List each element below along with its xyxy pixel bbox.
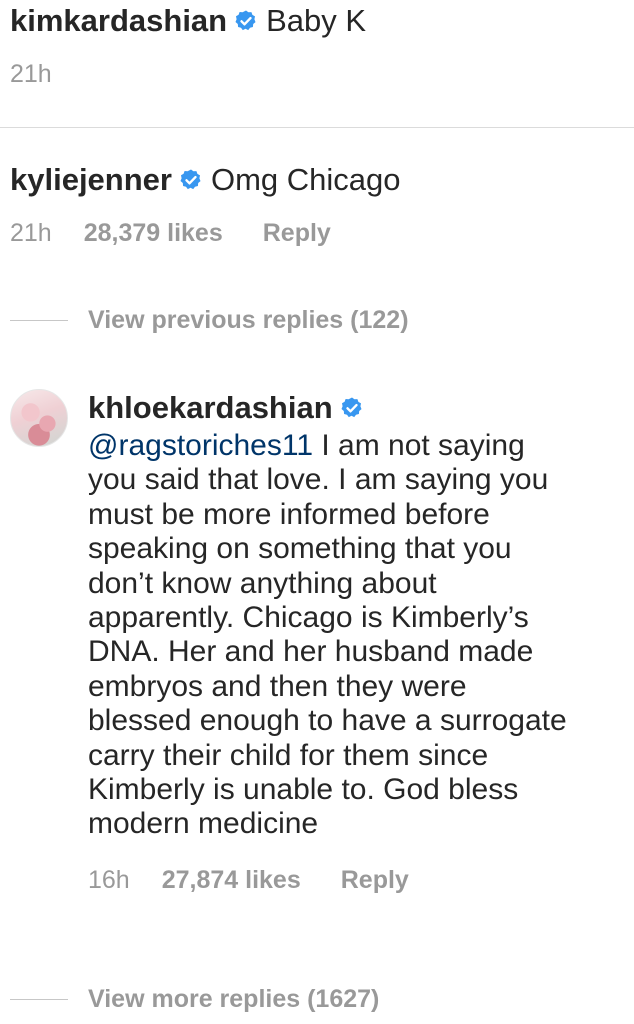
view-previous-replies-label: View previous replies (122) bbox=[88, 306, 409, 334]
comment-likes[interactable]: 28,379 likes bbox=[84, 219, 223, 248]
comment-meta: 21h 28,379 likes Reply bbox=[10, 219, 401, 248]
reply-text-line: don’t know anything about bbox=[88, 566, 437, 600]
replies-dash-line bbox=[10, 320, 68, 321]
view-previous-replies-button[interactable]: View previous replies (122) bbox=[10, 306, 409, 335]
avatar[interactable] bbox=[10, 389, 68, 447]
reply-text-line: must be more informed before bbox=[88, 497, 490, 531]
reply-username[interactable]: khloekardashian bbox=[88, 389, 333, 427]
view-more-replies-label: View more replies (1627) bbox=[88, 985, 380, 1013]
reply-likes[interactable]: 27,874 likes bbox=[162, 866, 301, 895]
reply-khloekardashian: khloekardashian @ragstoriches11 I am not… bbox=[88, 389, 628, 895]
reply-text: @ragstoriches11 I am not saying you said… bbox=[88, 429, 628, 842]
replies-dash-line bbox=[10, 999, 68, 1000]
comment-kyliejenner: kyliejenner Omg Chicago 21h 28,379 likes… bbox=[10, 161, 401, 248]
reply-meta: 16h 27,874 likes Reply bbox=[88, 866, 628, 895]
reply-text-line: embryos and then they were bbox=[88, 669, 467, 703]
verified-badge-icon bbox=[180, 169, 201, 190]
comment-username[interactable]: kyliejenner bbox=[10, 161, 172, 199]
comment-time: 21h bbox=[10, 219, 52, 247]
mention-link[interactable]: @ragstoriches11 bbox=[88, 429, 313, 462]
reply-text-line: speaking on something that you bbox=[88, 532, 512, 566]
reply-text-line: apparently. Chicago is Kimberly’s bbox=[88, 601, 529, 635]
comment-meta: 21h bbox=[10, 60, 366, 89]
comment-line: kyliejenner Omg Chicago bbox=[10, 161, 401, 199]
reply-header: khloekardashian bbox=[88, 389, 628, 427]
reply-button[interactable]: Reply bbox=[263, 219, 331, 248]
reply-text-line: blessed enough to have a surrogate bbox=[88, 704, 567, 738]
comment-text: Omg Chicago bbox=[210, 162, 401, 197]
reply-text-line: Kimberly is unable to. God bless bbox=[88, 773, 519, 807]
reply-time: 16h bbox=[88, 865, 130, 894]
comment-line: kimkardashian Baby K bbox=[10, 2, 366, 40]
comment-username[interactable]: kimkardashian bbox=[10, 2, 227, 40]
reply-text-line: you said that love. I am saying you bbox=[88, 463, 549, 497]
view-more-replies-button[interactable]: View more replies (1627) bbox=[10, 985, 379, 1014]
reply-text-line: DNA. Her and her husband made bbox=[88, 635, 534, 669]
verified-badge-icon bbox=[341, 397, 362, 418]
reply-text-line: @ragstoriches11 I am not saying bbox=[88, 429, 525, 462]
verified-badge-icon bbox=[235, 10, 256, 31]
comment-time: 21h bbox=[10, 60, 52, 88]
reply-text-line: modern medicine bbox=[88, 807, 319, 841]
comment-text: Baby K bbox=[266, 3, 367, 38]
comment-kimkardashian: kimkardashian Baby K 21h bbox=[10, 2, 366, 89]
divider bbox=[0, 127, 634, 128]
reply-text-line: carry their child for them since bbox=[88, 738, 489, 772]
reply-button[interactable]: Reply bbox=[341, 866, 409, 895]
